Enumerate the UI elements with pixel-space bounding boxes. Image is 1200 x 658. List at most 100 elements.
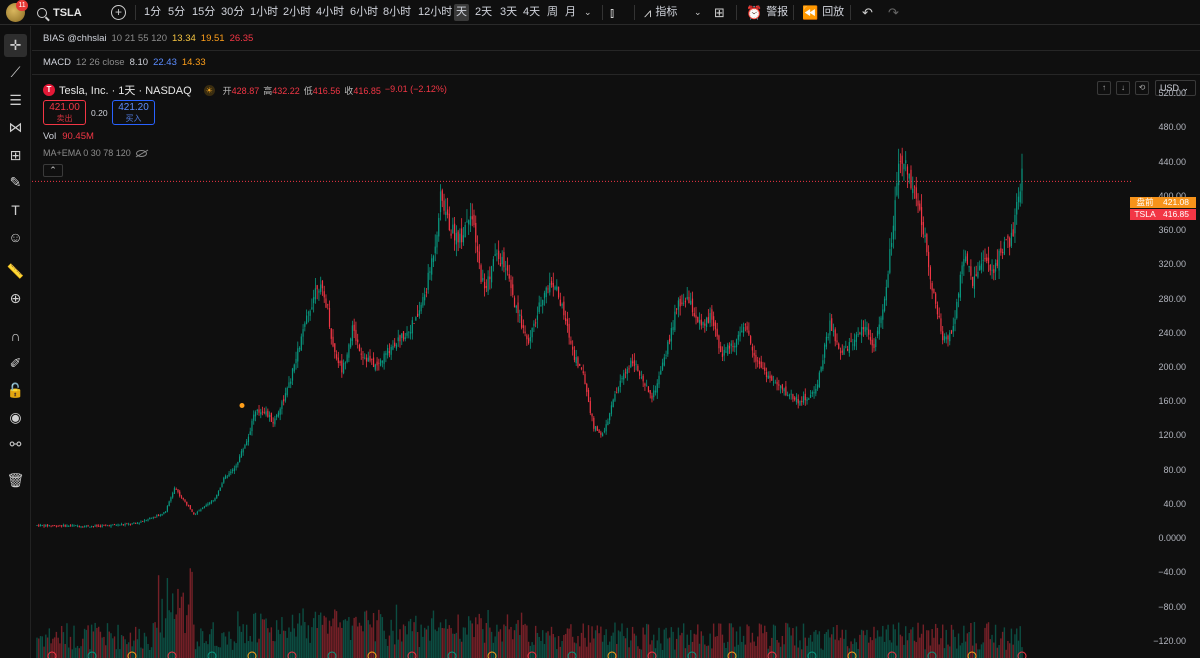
timeframe-10[interactable]: 天 [454,4,469,21]
candle-body [616,392,618,394]
volume-bar [587,625,590,658]
timeframe-8[interactable]: 8小时 [381,4,413,21]
pattern-icon[interactable]: ⋈ [4,116,27,139]
candle-body [705,317,708,328]
volume-bar [730,623,732,658]
symbol-search[interactable]: TSLA [37,4,82,21]
candle-body [831,318,833,331]
macd-value-3: 14.33 [181,57,206,68]
symbol-title[interactable]: Tesla, Inc. · 1天 · NASDAQ [59,82,192,98]
volume-bar [723,642,725,658]
timeframe-4[interactable]: 1小时 [248,4,280,21]
timeframe-13[interactable]: 4天 [521,4,542,21]
indicators-button[interactable]: ⩘ 指标 [644,4,677,21]
candle-body [866,327,868,330]
text-icon[interactable]: T [4,198,27,221]
replay-button[interactable]: ⏪ 回放 [802,4,844,21]
timeframe-12[interactable]: 3天 [498,4,519,21]
volume-bar [411,631,414,658]
candle-body [307,312,309,314]
volume-bar [316,627,318,658]
emoji-icon[interactable]: ☺ [4,225,27,248]
timeframe-15[interactable]: 月 [563,4,578,21]
candle-body [207,503,209,506]
volume-bar [672,631,674,658]
candle-body [498,250,500,260]
volume-bar [434,629,436,658]
candle-body [459,233,461,243]
timeframe-2[interactable]: 15分 [190,4,217,21]
redo-icon[interactable]: ↷ [888,4,899,21]
candle-body [334,343,336,352]
candle-body [165,511,167,513]
volume-bar [522,624,525,658]
candle-body [473,214,475,226]
volume-bar [478,613,480,658]
crosshair-icon[interactable]: ✛ [4,34,27,57]
timeframe-7[interactable]: 6小时 [348,4,380,21]
price-plot[interactable] [32,76,1132,658]
volume-bar [57,637,59,658]
volume-bar [589,642,591,658]
alerts-button[interactable]: ⏰ 警报 [746,4,788,21]
volume-bar [910,629,912,658]
fib-grid-icon[interactable]: ⊞ [4,144,27,167]
timeframe-9[interactable]: 12小时 [416,4,454,21]
timeframe-0[interactable]: 1分 [142,4,163,21]
candle-style-icon[interactable]: ⫾ [610,4,614,21]
candle-body [166,505,168,512]
trash-icon[interactable]: 🗑 [4,469,27,492]
volume-bar [748,626,750,658]
timeframe-14[interactable]: 周 [545,4,560,21]
collapse-legend-chevron-icon[interactable]: ⌃ [43,164,63,177]
price-tick: 320.00 [1158,259,1186,270]
hidden-eye-icon[interactable] [135,149,147,157]
zoom-in-icon[interactable]: ⊕ [4,287,27,310]
candle-body [742,326,745,333]
candle-body [628,368,630,370]
lock-drawing-icon[interactable]: ✐ [4,352,27,375]
volume-bar [237,611,239,658]
move-up-icon[interactable]: ↑ [1097,81,1111,95]
sell-button[interactable]: 421.00 卖出 [43,100,86,125]
bias-name[interactable]: BIAS @chhslai [43,33,107,44]
candle-body [617,387,620,392]
horizontal-lines-icon[interactable]: ☰ [4,89,27,112]
timeframe-6[interactable]: 4小时 [314,4,346,21]
indicators-menu-chevron-icon[interactable]: ⌄ [694,4,702,21]
candle-body [89,526,91,528]
timeframe-5[interactable]: 2小时 [281,4,313,21]
undo-icon[interactable]: ↶ [862,4,873,21]
volume-bar [947,644,949,658]
candle-body [286,387,288,396]
timeframe-11[interactable]: 2天 [473,4,494,21]
move-down-icon[interactable]: ↓ [1116,81,1130,95]
magnet-icon[interactable]: ∩ [4,324,27,347]
candle-body [156,515,158,517]
volume-bar [633,633,636,658]
lock-icon[interactable]: 🔓 [4,379,27,402]
chevron-down-icon[interactable]: ⌄ [584,4,592,21]
timeframe-3[interactable]: 30分 [219,4,246,21]
layout-grid-icon[interactable]: ⊞ [714,4,725,21]
brush-icon[interactable]: ✎ [4,171,27,194]
ruler-icon[interactable]: 📏 [4,260,27,283]
candle-body [991,269,993,271]
macd-name[interactable]: MACD [43,57,71,68]
main-chart[interactable]: T Tesla, Inc. · 1天 · NASDAQ ☀ 开428.87 高4… [32,76,1200,658]
candle-body [772,381,775,383]
candle-body [757,360,759,362]
eye-icon[interactable]: ◉ [4,406,27,429]
compare-symbol-plus-icon[interactable]: + [111,5,126,20]
volume-bar [600,626,602,658]
trendline-icon[interactable]: ⟋ [4,61,27,84]
volume-bar [741,641,743,658]
buy-button[interactable]: 421.20 买入 [112,100,155,125]
link-icon[interactable]: ⚯ [4,433,27,456]
volume-bar [829,637,831,658]
timeframe-1[interactable]: 5分 [166,4,187,21]
candle-body [297,348,299,362]
candle-body [968,266,970,268]
candle-body [223,477,225,483]
candle-body [545,287,547,297]
